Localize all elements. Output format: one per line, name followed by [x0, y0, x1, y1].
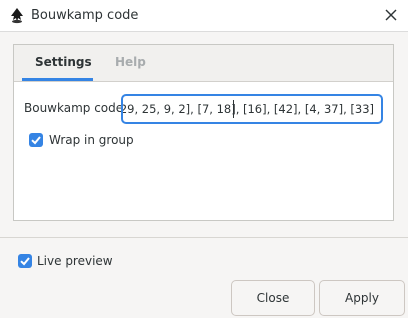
- inkscape-icon: [11, 8, 23, 24]
- active-tab-indicator: [22, 78, 93, 81]
- window-title: Bouwkamp code: [31, 8, 139, 23]
- bouwkamp-code-value[interactable]: ı, 24], [29, 25, 9, 2], [7, 18], [16], […: [123, 102, 374, 116]
- text-caret: [233, 100, 234, 118]
- bouwkamp-code-input[interactable]: ı, 24], [29, 25, 9, 2], [7, 18], [16], […: [121, 94, 383, 124]
- title-bar: Bouwkamp code: [0, 0, 408, 32]
- wrap-in-group-checkbox[interactable]: [29, 133, 43, 147]
- apply-button[interactable]: Apply: [319, 280, 405, 316]
- tab-help[interactable]: Help: [115, 55, 146, 69]
- checkmark-icon: [31, 136, 41, 145]
- tab-settings[interactable]: Settings: [35, 55, 92, 69]
- separator: [0, 237, 408, 238]
- checkmark-icon: [20, 257, 30, 266]
- notebook: Settings Help Bouwkamp code: ı, 24], [29…: [13, 44, 394, 221]
- tab-bar: Settings Help: [14, 45, 393, 82]
- close-button[interactable]: Close: [231, 280, 315, 316]
- wrap-in-group-label[interactable]: Wrap in group: [49, 133, 134, 147]
- live-preview-checkbox[interactable]: [18, 254, 32, 268]
- close-icon[interactable]: [382, 6, 400, 24]
- live-preview-label[interactable]: Live preview: [37, 254, 113, 268]
- bouwkamp-code-label: Bouwkamp code:: [24, 101, 128, 115]
- apply-button-label: Apply: [345, 291, 379, 305]
- close-button-label: Close: [256, 291, 290, 305]
